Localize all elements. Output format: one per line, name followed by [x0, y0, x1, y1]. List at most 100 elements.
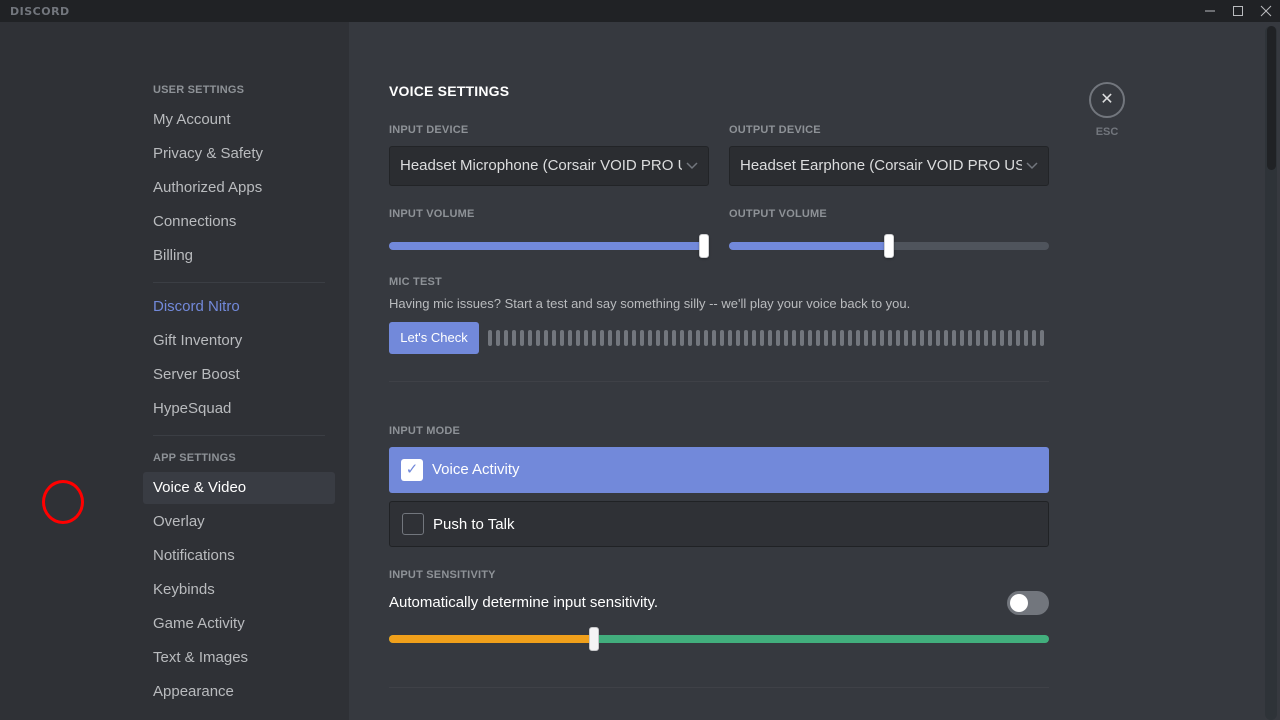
meter-bar: [856, 330, 860, 346]
sidebar-item-privacy-safety[interactable]: Privacy & Safety: [143, 138, 335, 170]
sidebar-item-server-boost[interactable]: Server Boost: [143, 359, 335, 391]
meter-bar: [752, 330, 756, 346]
meter-bar: [1040, 330, 1044, 346]
minimize-icon: [1205, 10, 1215, 12]
meter-bar: [920, 330, 924, 346]
meter-bar: [928, 330, 932, 346]
sidebar-item-hypesquad[interactable]: HypeSquad: [143, 393, 335, 425]
output-volume-label: OUTPUT VOLUME: [729, 208, 827, 220]
user-settings-header: USER SETTINGS: [153, 84, 245, 96]
close-icon[interactable]: ✕: [1089, 82, 1125, 118]
meter-bar: [576, 330, 580, 346]
meter-bar: [680, 330, 684, 346]
meter-bar: [816, 330, 820, 346]
page-title: VOICE SETTINGS: [389, 83, 510, 99]
mic-test-label: MIC TEST: [389, 276, 442, 288]
section-divider: [389, 687, 1049, 688]
meter-bar: [840, 330, 844, 346]
meter-bar: [1024, 330, 1028, 346]
scrollbar-thumb[interactable]: [1267, 26, 1276, 170]
toggle-knob: [1010, 594, 1028, 612]
sidebar-item-overlay[interactable]: Overlay: [143, 506, 335, 538]
meter-bar: [976, 330, 980, 346]
meter-bar: [872, 330, 876, 346]
input-volume-handle[interactable]: [699, 234, 709, 258]
meter-bar: [912, 330, 916, 346]
output-volume-handle[interactable]: [884, 234, 894, 258]
maximize-button[interactable]: [1224, 0, 1252, 22]
meter-bar: [584, 330, 588, 346]
meter-bar: [984, 330, 988, 346]
sensitivity-handle[interactable]: [589, 627, 599, 651]
sidebar-item-notifications[interactable]: Notifications: [143, 540, 335, 572]
meter-bar: [528, 330, 532, 346]
close-window-button[interactable]: [1252, 0, 1280, 22]
meter-bar: [688, 330, 692, 346]
mic-level-meter: [488, 330, 1044, 346]
settings-sidebar: USER SETTINGS My Account Privacy & Safet…: [0, 22, 349, 720]
auto-sensitivity-label: Automatically determine input sensitivit…: [389, 594, 659, 611]
meter-bar: [792, 330, 796, 346]
sidebar-item-game-activity[interactable]: Game Activity: [143, 608, 335, 640]
output-device-select[interactable]: Headset Earphone (Corsair VOID PRO USB G…: [729, 146, 1049, 186]
meter-bar: [1032, 330, 1036, 346]
meter-bar: [736, 330, 740, 346]
push-to-talk-checkbox[interactable]: [402, 513, 424, 535]
sidebar-item-keybinds[interactable]: Keybinds: [143, 574, 335, 606]
meter-bar: [880, 330, 884, 346]
meter-bar: [512, 330, 516, 346]
chevron-down-icon: [1026, 147, 1038, 185]
meter-bar: [744, 330, 748, 346]
esc-close-button[interactable]: ✕ ESC: [1089, 82, 1125, 138]
sidebar-item-my-account[interactable]: My Account: [143, 104, 335, 136]
sensitivity-slider[interactable]: [389, 627, 1049, 651]
checkmark-icon[interactable]: ✓: [401, 459, 423, 481]
minimize-button[interactable]: [1196, 0, 1224, 22]
meter-bar: [632, 330, 636, 346]
push-to-talk-label: Push to Talk: [433, 516, 515, 533]
meter-bar: [720, 330, 724, 346]
esc-label: ESC: [1095, 126, 1119, 138]
sidebar-item-billing[interactable]: Billing: [143, 240, 335, 272]
meter-bar: [800, 330, 804, 346]
voice-activity-option[interactable]: ✓ Voice Activity: [389, 447, 1049, 493]
meter-bar: [1016, 330, 1020, 346]
voice-activity-label: Voice Activity: [432, 461, 520, 478]
input-device-value: Headset Microphone (Corsair VOID PRO USB…: [400, 157, 682, 174]
sidebar-item-gift-inventory[interactable]: Gift Inventory: [143, 325, 335, 357]
sensitivity-low-fill: [389, 635, 594, 643]
input-device-select[interactable]: Headset Microphone (Corsair VOID PRO USB…: [389, 146, 709, 186]
meter-bar: [504, 330, 508, 346]
meter-bar: [896, 330, 900, 346]
sidebar-item-authorized-apps[interactable]: Authorized Apps: [143, 172, 335, 204]
voice-settings-panel: VOICE SETTINGS INPUT DEVICE Headset Micr…: [349, 22, 1280, 720]
meter-bar: [544, 330, 548, 346]
meter-bar: [960, 330, 964, 346]
meter-bar: [768, 330, 772, 346]
output-volume-slider[interactable]: [729, 234, 1049, 258]
meter-bar: [712, 330, 716, 346]
meter-bar: [808, 330, 812, 346]
input-sensitivity-label: INPUT SENSITIVITY: [389, 569, 496, 581]
meter-bar: [520, 330, 524, 346]
output-device-value: Headset Earphone (Corsair VOID PRO USB G…: [740, 157, 1022, 174]
meter-bar: [696, 330, 700, 346]
lets-check-button[interactable]: Let's Check: [389, 322, 479, 354]
meter-bar: [624, 330, 628, 346]
meter-bar: [672, 330, 676, 346]
meter-bar: [760, 330, 764, 346]
sidebar-item-voice-video[interactable]: Voice & Video: [143, 472, 335, 504]
sidebar-item-connections[interactable]: Connections: [143, 206, 335, 238]
meter-bar: [824, 330, 828, 346]
sidebar-item-text-images[interactable]: Text & Images: [143, 642, 335, 674]
meter-bar: [936, 330, 940, 346]
input-volume-label: INPUT VOLUME: [389, 208, 475, 220]
sidebar-item-discord-nitro[interactable]: Discord Nitro: [143, 291, 335, 323]
push-to-talk-option[interactable]: Push to Talk: [389, 501, 1049, 547]
meter-bar: [656, 330, 660, 346]
sidebar-item-appearance[interactable]: Appearance: [143, 676, 335, 708]
mic-test-description: Having mic issues? Start a test and say …: [389, 296, 911, 311]
auto-sensitivity-toggle[interactable]: [1007, 591, 1049, 615]
input-volume-slider[interactable]: [389, 234, 709, 258]
meter-bar: [832, 330, 836, 346]
